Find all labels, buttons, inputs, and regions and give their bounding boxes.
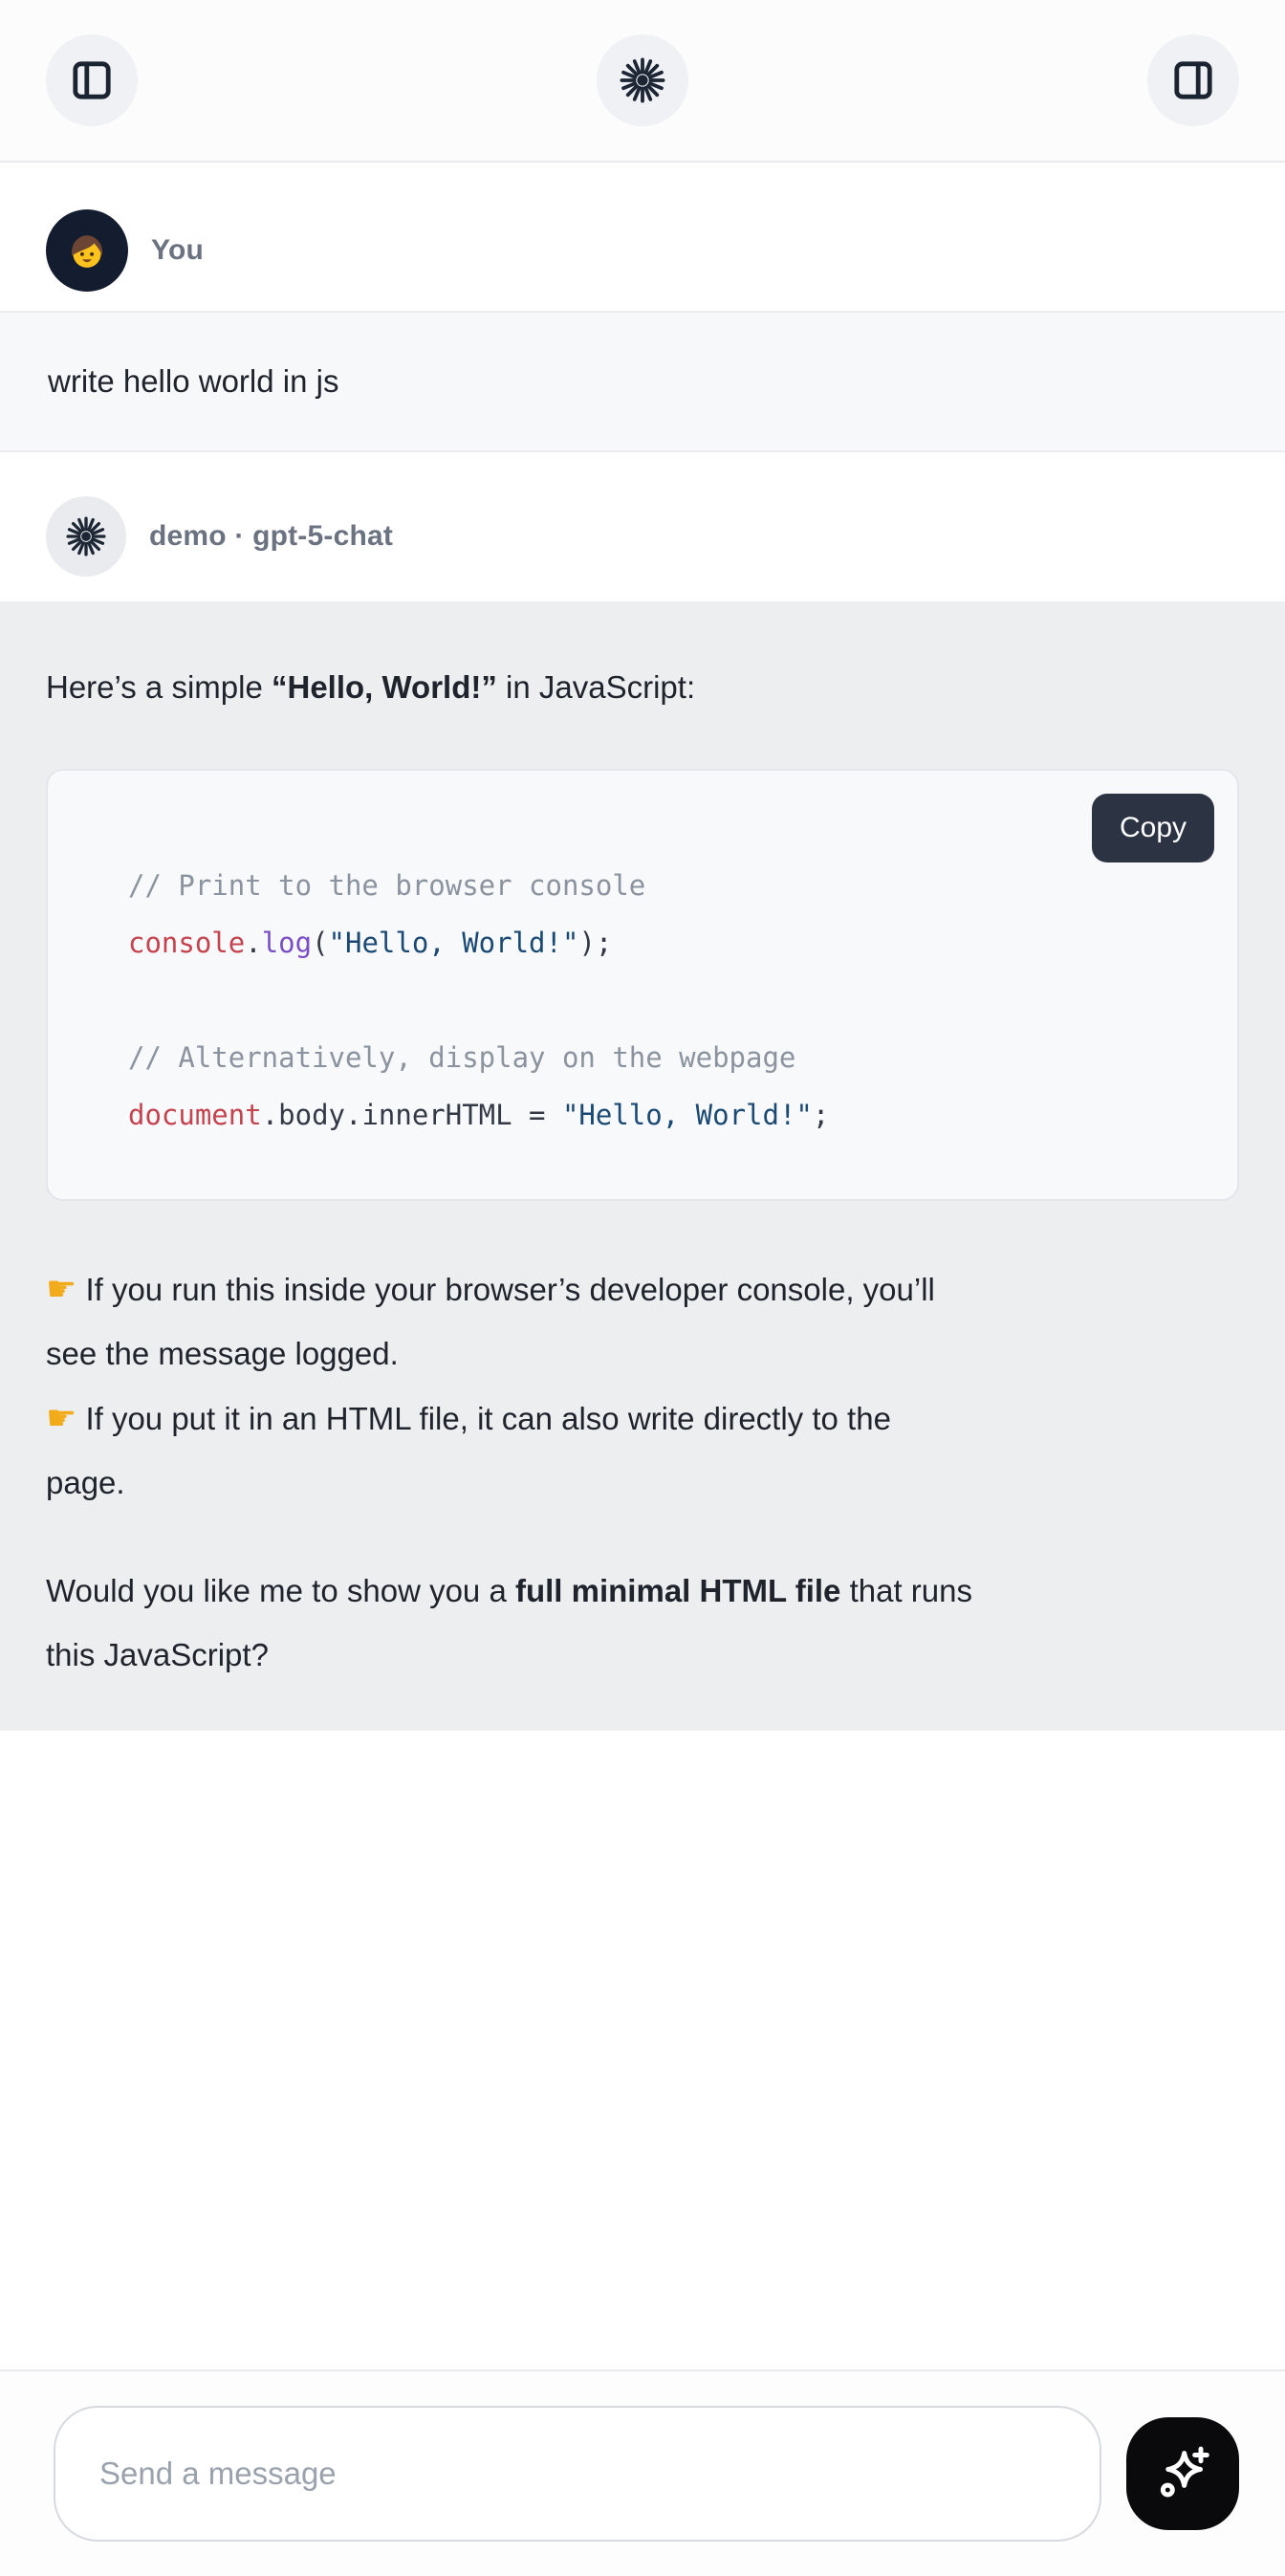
assistant-message-header: demo · gpt-5-chat [0, 496, 1285, 577]
user-avatar [46, 209, 128, 292]
starburst-icon [620, 57, 665, 103]
assistant-sender-label: demo · gpt-5-chat [149, 520, 393, 553]
toggle-left-sidebar-button[interactable] [46, 34, 138, 126]
app-logo-button[interactable] [597, 34, 688, 126]
message-input-wrapper[interactable] [54, 2406, 1101, 2542]
send-button[interactable] [1126, 2417, 1239, 2530]
top-bar [0, 0, 1285, 163]
assistant-avatar [46, 496, 126, 577]
person-emoji-icon [62, 226, 112, 275]
user-message-bubble: write hello world in js [0, 311, 1285, 452]
message-input[interactable] [99, 2456, 1056, 2492]
copy-code-button[interactable]: Copy [1092, 794, 1214, 862]
pointing-right-icon: ☛ [46, 1269, 76, 1308]
starburst-icon [66, 516, 106, 557]
assistant-message-bubble: Here’s a simple “Hello, World!” in JavaS… [0, 601, 1285, 1731]
user-sender-label: You [151, 234, 204, 267]
chat-empty-space [0, 1731, 1285, 2369]
user-message-header: You [0, 209, 1285, 292]
pointing-right-icon: ☛ [46, 1398, 76, 1437]
panel-left-icon [69, 57, 115, 103]
sparkles-icon [1151, 2442, 1214, 2505]
code-line [128, 971, 1199, 1029]
code-block: Copy // Print to the browser consolecons… [46, 769, 1239, 1201]
panel-right-icon [1170, 57, 1216, 103]
assistant-intro-text: Here’s a simple “Hello, World!” in JavaS… [46, 655, 1239, 719]
user-message-text: write hello world in js [48, 363, 338, 400]
code-line: document.body.innerHTML = "Hello, World!… [128, 1086, 1199, 1144]
code-content: // Print to the browser consoleconsole.l… [128, 857, 1199, 1144]
code-line: // Alternatively, display on the webpage [128, 1029, 1199, 1086]
assistant-question-text: Would you like me to show you a full min… [46, 1559, 1239, 1687]
code-line: console.log("Hello, World!"); [128, 914, 1199, 971]
composer-bar [0, 2369, 1285, 2576]
toggle-right-sidebar-button[interactable] [1147, 34, 1239, 126]
chat-area: You write hello world in js demo · [0, 163, 1285, 2369]
assistant-body-text: ☛ If you run this inside your browser’s … [46, 1256, 1239, 1515]
code-line: // Print to the browser console [128, 857, 1199, 914]
